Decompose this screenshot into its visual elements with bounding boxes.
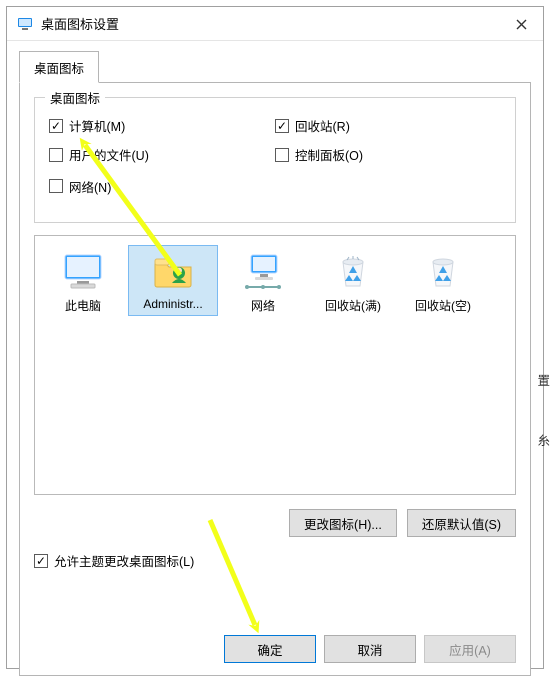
cancel-button[interactable]: 取消	[324, 635, 416, 663]
checkbox-box-icon	[275, 148, 289, 162]
icon-label: 回收站(空)	[399, 296, 487, 315]
checkbox-box-icon	[49, 119, 63, 133]
app-icon	[17, 16, 33, 32]
checkbox-box-icon	[49, 179, 63, 193]
desktop-icon-settings-dialog: 桌面图标设置 桌面图标 桌面图标 计算机(M)	[6, 6, 544, 669]
tab-panel: 桌面图标 计算机(M) 回收站(R)	[19, 82, 531, 676]
icon-action-row: 更改图标(H)... 还原默认值(S)	[34, 509, 516, 537]
edge-fragment: 糸	[537, 430, 550, 449]
recycle-full-icon	[329, 252, 377, 292]
titlebar: 桌面图标设置	[7, 7, 543, 41]
checkbox-label: 回收站(R)	[295, 116, 350, 135]
checkbox-user-files[interactable]: 用户的文件(U)	[49, 145, 149, 164]
computer-icon	[59, 252, 107, 292]
icon-label: 此电脑	[39, 296, 127, 315]
checkbox-recyclebin[interactable]: 回收站(R)	[275, 116, 350, 135]
tab-desktop-icons[interactable]: 桌面图标	[19, 51, 99, 83]
icon-item-recycle-full[interactable]: 回收站(满)	[309, 246, 397, 315]
user-folder-icon	[149, 252, 197, 292]
checkbox-box-icon	[49, 148, 63, 162]
checkbox-box-icon	[275, 119, 289, 133]
icon-grid: 此电脑 Administr...	[39, 246, 511, 315]
icon-item-administrator[interactable]: Administr...	[129, 246, 217, 315]
ok-button[interactable]: 确定	[224, 635, 316, 663]
icon-label: Administr...	[129, 296, 217, 312]
recycle-empty-icon	[419, 252, 467, 292]
checkbox-label: 允许主题更改桌面图标(L)	[54, 551, 194, 570]
icon-item-recycle-empty[interactable]: 回收站(空)	[399, 246, 487, 315]
icon-label: 回收站(满)	[309, 296, 397, 315]
checkbox-box-icon	[34, 554, 48, 568]
change-icon-button[interactable]: 更改图标(H)...	[289, 509, 397, 537]
checkbox-label: 控制面板(O)	[295, 145, 363, 164]
apply-button[interactable]: 应用(A)	[424, 635, 516, 663]
checkbox-network[interactable]: 网络(N)	[49, 177, 111, 196]
window-title: 桌面图标设置	[41, 14, 533, 33]
checkbox-allow-themes[interactable]: 允许主题更改桌面图标(L)	[34, 551, 194, 570]
icon-item-network[interactable]: 网络	[219, 246, 307, 315]
close-button[interactable]	[501, 9, 541, 39]
icon-preview-pane[interactable]: 此电脑 Administr...	[34, 235, 516, 495]
restore-default-button[interactable]: 还原默认值(S)	[407, 509, 516, 537]
edge-fragment: 置	[537, 370, 550, 389]
close-icon	[516, 19, 527, 30]
network-icon	[239, 252, 287, 292]
checkbox-computer[interactable]: 计算机(M)	[49, 116, 125, 135]
dialog-body: 桌面图标 桌面图标 计算机(M) 回收站(R)	[7, 41, 543, 668]
dialog-footer: 确定 取消 应用(A)	[224, 635, 516, 663]
group-legend: 桌面图标	[45, 88, 105, 107]
checkbox-label: 用户的文件(U)	[69, 145, 149, 164]
tabstrip: 桌面图标	[19, 51, 531, 83]
icon-label: 网络	[219, 296, 307, 315]
checkbox-label: 网络(N)	[69, 177, 111, 196]
icon-item-this-pc[interactable]: 此电脑	[39, 246, 127, 315]
checkbox-label: 计算机(M)	[69, 116, 125, 135]
desktop-icons-group: 桌面图标 计算机(M) 回收站(R)	[34, 97, 516, 223]
checkbox-control-panel[interactable]: 控制面板(O)	[275, 145, 363, 164]
